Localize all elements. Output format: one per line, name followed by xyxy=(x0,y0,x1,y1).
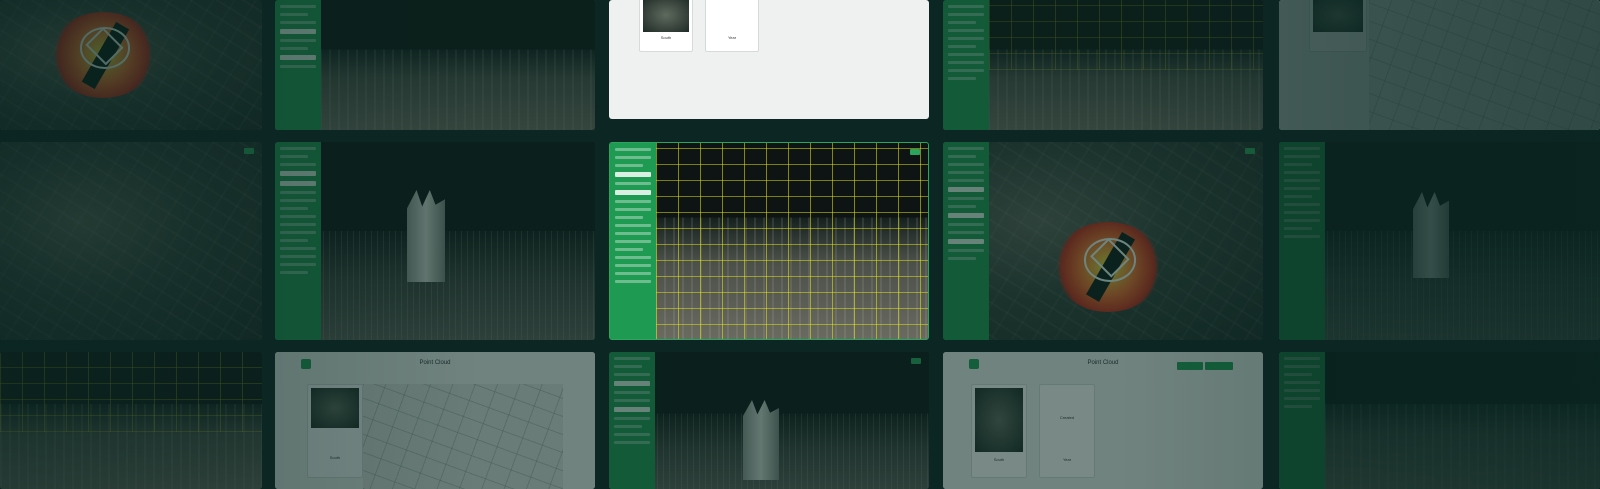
screenshot-mosaic: South Year Point Cloud South Point Cloud… xyxy=(0,0,1600,489)
point-cloud-list-panel: South Year xyxy=(609,0,929,119)
layer-sidebar[interactable] xyxy=(1279,352,1325,489)
point-cloud-list-panel: Point Cloud South Created Year xyxy=(943,352,1263,489)
menu-button[interactable] xyxy=(910,149,920,155)
layer-sidebar[interactable] xyxy=(1279,142,1325,340)
dataset-card[interactable]: Year xyxy=(705,0,759,52)
dataset-card[interactable] xyxy=(1309,0,1367,52)
heatmap-marker-icon xyxy=(1053,222,1163,312)
heatmap-marker-icon xyxy=(50,12,156,98)
pointcloud-viewer-active xyxy=(609,142,929,340)
layer-sidebar[interactable] xyxy=(275,142,321,340)
menu-button[interactable] xyxy=(911,358,921,364)
dataset-card[interactable]: South xyxy=(307,384,363,478)
app-header: Point Cloud xyxy=(275,352,595,378)
tower-pointcloud xyxy=(407,190,445,282)
map-panel-tile xyxy=(1279,0,1600,130)
layer-sidebar[interactable] xyxy=(943,142,989,340)
action-button[interactable] xyxy=(1205,362,1233,370)
dataset-thumbnail xyxy=(643,0,689,32)
pointcloud-viewer-tile xyxy=(275,0,595,130)
map-view[interactable] xyxy=(1369,0,1600,130)
dataset-card-label: South xyxy=(660,35,672,40)
dataset-card-status: Created xyxy=(1059,415,1075,420)
tower-pointcloud xyxy=(743,400,779,480)
layer-sidebar[interactable] xyxy=(610,143,656,339)
menu-button[interactable] xyxy=(244,148,254,154)
action-button[interactable] xyxy=(1177,362,1203,370)
dataset-card-label: Year xyxy=(727,35,737,40)
grid-overlay xyxy=(656,143,928,339)
map-view[interactable] xyxy=(363,384,563,489)
tower-pointcloud xyxy=(1413,192,1449,278)
dataset-card-label: South xyxy=(329,455,341,460)
page-title: Point Cloud xyxy=(419,360,451,366)
layer-sidebar[interactable] xyxy=(275,0,321,130)
pointcloud-grid-tile xyxy=(0,352,262,489)
point-cloud-list-panel: Point Cloud South xyxy=(275,352,595,489)
aerial-view-tile xyxy=(0,0,262,130)
pointcloud-grid-tile xyxy=(943,0,1263,130)
dataset-thumbnail xyxy=(975,388,1023,452)
dataset-card[interactable]: Created Year xyxy=(1039,384,1095,478)
dataset-thumbnail xyxy=(311,388,359,428)
dataset-card[interactable]: South xyxy=(971,384,1027,478)
pointcloud-viewer-tile xyxy=(275,142,595,340)
menu-button[interactable] xyxy=(1245,148,1255,154)
dataset-card-label: Year xyxy=(1062,457,1072,462)
pointcloud-viewer-tile xyxy=(609,352,929,489)
layer-sidebar[interactable] xyxy=(943,0,989,130)
aerial-view-tile xyxy=(0,142,262,340)
layer-sidebar[interactable] xyxy=(609,352,655,489)
pointcloud-viewer-tile xyxy=(1279,142,1600,340)
dataset-card-label: South xyxy=(993,457,1005,462)
dataset-card[interactable]: South xyxy=(639,0,693,52)
street-photo-tile xyxy=(1279,352,1600,489)
aerial-view-tile xyxy=(943,142,1263,340)
